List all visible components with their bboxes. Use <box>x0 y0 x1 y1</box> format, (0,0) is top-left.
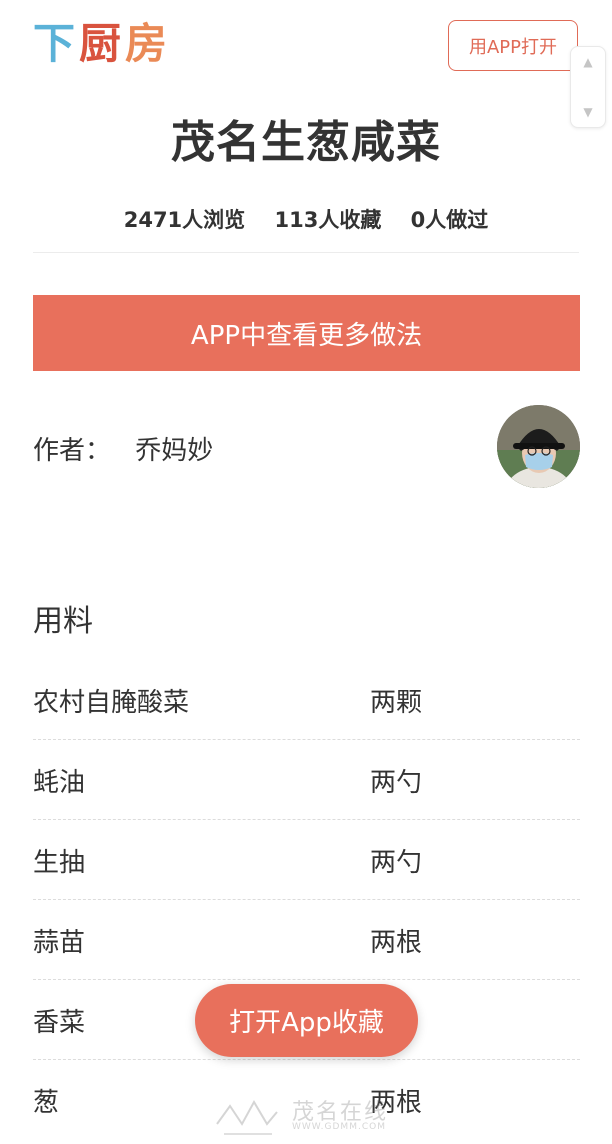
ingredients-heading: 用料 <box>33 604 93 639</box>
open-in-app-button[interactable]: 用APP打开 <box>448 20 578 71</box>
cooked-count: 0人做过 <box>410 208 489 232</box>
author-name[interactable]: 乔妈妙 <box>135 436 213 466</box>
open-app-favorite-button[interactable]: 打开App收藏 <box>195 984 418 1057</box>
ingredient-row: 生抽 两勺 <box>33 820 580 900</box>
author-avatar[interactable] <box>497 405 580 488</box>
logo-char-1: 下 <box>33 19 75 68</box>
ingredient-amount: 两颗 <box>370 688 423 718</box>
divider <box>33 252 579 253</box>
view-more-methods-button[interactable]: APP中查看更多做法 <box>33 295 580 371</box>
ingredient-row: 农村自腌酸菜 两颗 <box>33 660 580 740</box>
ingredients-list: 农村自腌酸菜 两颗 蚝油 两勺 生抽 两勺 蒜苗 两根 香菜 葱 两根 <box>33 660 580 1139</box>
avatar-image <box>497 405 580 488</box>
ingredient-name[interactable]: 香菜 <box>33 1002 85 1039</box>
views-count: 2471人浏览 <box>123 208 246 232</box>
logo-char-3: 房 <box>125 19 167 68</box>
author-info: 作者： 乔妈妙 <box>33 430 213 467</box>
watermark-url: WWW.GDMM.COM <box>292 1122 386 1132</box>
site-watermark: 茂名在线 WWW.GDMM.COM <box>212 1094 412 1140</box>
logo-char-2: 厨 <box>79 19 121 68</box>
watermark-logo-icon <box>216 1099 278 1135</box>
favorites-count: 113人收藏 <box>274 208 382 232</box>
scroll-up-icon[interactable]: ▲ <box>571 55 605 69</box>
ingredient-name[interactable]: 葱 <box>33 1082 59 1119</box>
ingredient-name[interactable]: 蒜苗 <box>33 922 85 959</box>
ingredient-name[interactable]: 蚝油 <box>33 762 85 799</box>
ingredient-amount: 两勺 <box>370 848 423 878</box>
xiachufang-logo[interactable]: 下 厨 房 <box>33 18 173 68</box>
ingredient-row: 蒜苗 两根 <box>33 900 580 980</box>
ingredient-name[interactable]: 生抽 <box>33 842 85 879</box>
header: 下 厨 房 用APP打开 <box>0 0 612 90</box>
recipe-stats: 2471人浏览 113人收藏 0人做过 <box>0 204 612 234</box>
logo-graphic: 下 厨 房 <box>33 19 167 68</box>
author-label: 作者： <box>33 436 112 466</box>
ingredient-amount: 两勺 <box>370 768 423 798</box>
ingredient-row: 蚝油 两勺 <box>33 740 580 820</box>
ingredient-amount: 两根 <box>370 928 423 958</box>
recipe-title: 茂名生葱咸菜 <box>171 117 441 168</box>
ingredient-name[interactable]: 农村自腌酸菜 <box>33 682 189 719</box>
